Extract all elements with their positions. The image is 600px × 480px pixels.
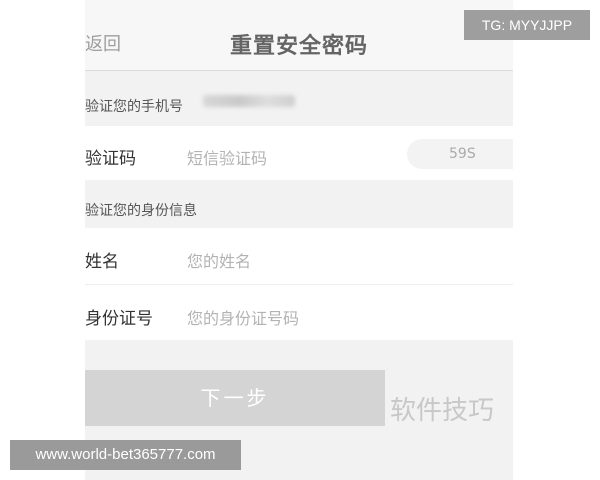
name-input[interactable]: 您的姓名	[187, 248, 251, 272]
id-number-input[interactable]: 您的身份证号码	[187, 305, 299, 329]
phone-section-label: 验证您的手机号	[85, 99, 183, 115]
back-button[interactable]: 返回	[85, 30, 121, 56]
masked-phone-number	[203, 95, 295, 107]
identity-form: 姓名 您的姓名 身份证号 您的身份证号码	[85, 228, 513, 340]
nav-bar: 返回 重置安全密码 ⋯	[85, 0, 513, 71]
next-step-button[interactable]: 下一步	[85, 370, 385, 426]
url-watermark: www.world-bet365777.com	[10, 440, 241, 470]
id-number-label: 身份证号	[85, 309, 153, 329]
name-label: 姓名	[85, 252, 119, 272]
resend-countdown-button[interactable]: 59S	[407, 139, 513, 169]
text-watermark: 软件技巧	[390, 396, 495, 426]
page-title: 重置安全密码	[230, 34, 369, 59]
corner-watermark: TG: MYYJJPP	[464, 10, 590, 40]
sms-code-input[interactable]: 短信验证码	[187, 145, 267, 169]
identity-section-label: 验证您的身份信息	[85, 203, 197, 219]
sms-code-label: 验证码	[85, 149, 136, 169]
row-divider	[85, 284, 513, 285]
